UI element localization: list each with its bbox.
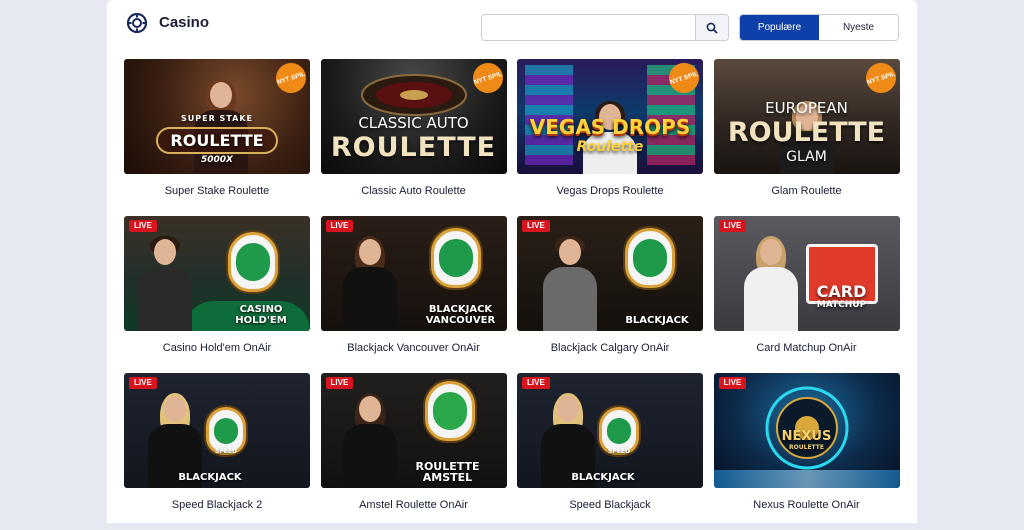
new-game-badge: NYT SPIL	[272, 59, 310, 97]
game-name[interactable]: Classic Auto Roulette	[321, 185, 507, 197]
header: Casino Populære Nyeste	[107, 0, 917, 48]
game-card[interactable]: SUPER STAKE ROULETTE 5000X NYT SPIL Supe…	[124, 59, 310, 216]
dealer-figure	[138, 236, 192, 331]
game-name[interactable]: Glam Roulette	[714, 185, 900, 197]
game-card[interactable]: EUROPEAN ROULETTE GLAM NYT SPIL Glam Rou…	[713, 59, 900, 216]
game-card[interactable]: SPEED BLACKJACK LIVE Speed Blackjack 2	[124, 373, 310, 530]
thumb-title: NEXUS	[781, 429, 832, 444]
game-card[interactable]: NEXUS ROULETTE LIVE Nexus Roulette OnAir	[713, 373, 900, 530]
game-thumbnail[interactable]: BLACKJACK LIVE	[517, 216, 703, 331]
game-card[interactable]: CLASSIC AUTO ROULETTE NYT SPIL Classic A…	[320, 59, 507, 216]
game-thumbnail[interactable]: SPEED BLACKJACK LIVE	[124, 373, 310, 488]
thumb-subtitle: Roulette	[576, 139, 644, 155]
live-badge: LIVE	[129, 220, 157, 232]
live-badge: LIVE	[522, 377, 550, 389]
new-game-badge: NYT SPIL	[861, 59, 900, 97]
thumb-title: CASINO HOLD'EM	[235, 304, 287, 326]
new-game-badge: NYT SPIL	[468, 59, 507, 97]
game-thumbnail[interactable]: BLACKJACK VANCOUVER LIVE	[320, 216, 507, 331]
game-name[interactable]: Card Matchup OnAir	[714, 342, 900, 354]
thumb-title: ROULETTE AMSTEL	[415, 460, 480, 484]
game-card[interactable]: CARD MATCHUP LIVE Card Matchup OnAir	[713, 216, 900, 373]
game-grid: SUPER STAKE ROULETTE 5000X NYT SPIL Supe…	[124, 59, 900, 530]
search-icon	[706, 22, 718, 34]
live-badge: LIVE	[718, 377, 747, 389]
game-name[interactable]: Speed Blackjack 2	[124, 499, 310, 511]
live-badge: LIVE	[129, 377, 157, 389]
game-card[interactable]: BLACKJACK VANCOUVER LIVE Blackjack Vanco…	[320, 216, 507, 373]
game-emblem	[424, 381, 475, 441]
game-thumbnail[interactable]: CARD MATCHUP LIVE	[713, 216, 900, 331]
game-name[interactable]: Super Stake Roulette	[124, 185, 310, 197]
dealer-figure	[543, 236, 597, 331]
live-badge: LIVE	[325, 220, 354, 232]
game-emblem	[430, 228, 481, 288]
thumb-subtitle: SPEED	[608, 448, 630, 455]
game-name[interactable]: Nexus Roulette OnAir	[714, 499, 900, 511]
dealer-figure	[342, 236, 397, 331]
search-input[interactable]	[482, 15, 695, 40]
search-button[interactable]	[695, 15, 728, 40]
thumb-subtitle: ROULETTE	[789, 444, 824, 451]
thumb-subtitle: CLASSIC AUTO	[358, 114, 469, 132]
game-name[interactable]: Casino Hold'em OnAir	[124, 342, 310, 354]
game-thumbnail[interactable]: NEXUS ROULETTE LIVE	[713, 373, 900, 488]
thumb-title: VEGAS DROPS	[529, 115, 691, 139]
game-thumbnail[interactable]: VEGAS DROPS Roulette NYT SPIL	[517, 59, 703, 174]
game-emblem	[228, 232, 278, 292]
tab-popular[interactable]: Populære	[740, 15, 819, 40]
game-thumbnail[interactable]: SUPER STAKE ROULETTE 5000X NYT SPIL	[124, 59, 310, 174]
thumb-subtitle: EUROPEAN	[765, 99, 848, 117]
thumb-title: CARD	[816, 282, 867, 301]
game-card[interactable]: CASINO HOLD'EM LIVE Casino Hold'em OnAir	[124, 216, 310, 373]
thumb-title: BLACKJACK	[625, 315, 689, 326]
game-name[interactable]: Speed Blackjack	[517, 499, 703, 511]
game-thumbnail[interactable]: CLASSIC AUTO ROULETTE NYT SPIL	[320, 59, 507, 174]
dealer-figure	[342, 393, 397, 488]
thumb-subtitle: SPEED	[215, 448, 237, 455]
live-badge: LIVE	[325, 377, 354, 389]
tab-newest[interactable]: Nyeste	[819, 15, 898, 40]
game-thumbnail[interactable]: EUROPEAN ROULETTE GLAM NYT SPIL	[713, 59, 900, 174]
game-name[interactable]: Blackjack Vancouver OnAir	[321, 342, 507, 354]
thumb-title: ROULETTE	[330, 132, 497, 163]
game-card[interactable]: BLACKJACK LIVE Blackjack Calgary OnAir	[517, 216, 703, 373]
roulette-wheel-icon	[360, 74, 467, 116]
live-badge: LIVE	[718, 220, 747, 232]
thumb-title: ROULETTE	[727, 117, 886, 148]
game-thumbnail[interactable]: ROULETTE AMSTEL LIVE	[320, 373, 507, 488]
thumb-extra: 5000X	[201, 155, 233, 165]
thumb-subtitle: MATCHUP	[816, 300, 867, 310]
game-name[interactable]: Vegas Drops Roulette	[517, 185, 703, 197]
thumb-title: BLACKJACK	[178, 472, 242, 483]
sort-tabs: Populære Nyeste	[739, 14, 899, 41]
thumb-subtitle: SUPER STAKE	[181, 114, 253, 123]
live-badge: LIVE	[522, 220, 550, 232]
dealer-figure	[743, 236, 798, 331]
nexus-wheel-icon	[765, 386, 848, 470]
game-thumbnail[interactable]: CASINO HOLD'EM LIVE	[124, 216, 310, 331]
thumb-title: BLACKJACK	[571, 472, 635, 483]
casino-panel: Casino Populære Nyeste SUPER STAKE ROULE…	[107, 0, 917, 523]
game-thumbnail[interactable]: SPEED BLACKJACK LIVE	[517, 373, 703, 488]
casino-chip-icon	[127, 13, 147, 33]
thumb-extra: GLAM	[786, 149, 827, 165]
search-bar	[481, 14, 729, 41]
thumb-title: ROULETTE	[156, 127, 278, 154]
page-title: Casino	[159, 14, 210, 31]
game-card[interactable]: SPEED BLACKJACK LIVE Speed Blackjack	[517, 373, 703, 530]
game-name[interactable]: Amstel Roulette OnAir	[321, 499, 507, 511]
game-emblem	[625, 228, 675, 288]
game-card[interactable]: ROULETTE AMSTEL LIVE Amstel Roulette OnA…	[320, 373, 507, 530]
thumb-title: BLACKJACK VANCOUVER	[425, 304, 496, 326]
game-card[interactable]: VEGAS DROPS Roulette NYT SPIL Vegas Drop…	[517, 59, 703, 216]
game-name[interactable]: Blackjack Calgary OnAir	[517, 342, 703, 354]
